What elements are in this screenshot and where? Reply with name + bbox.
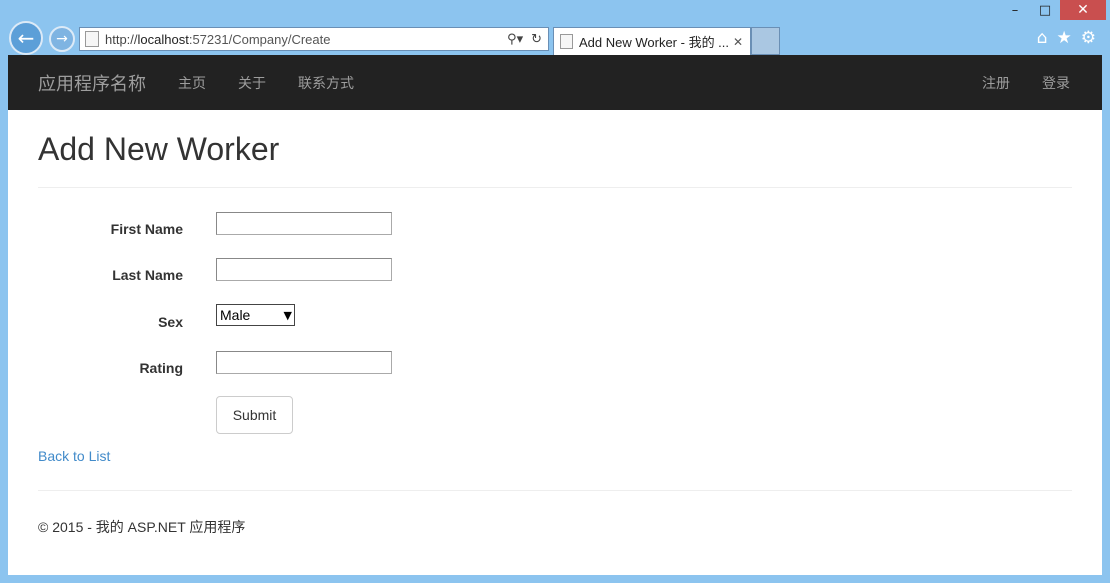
tab-title: Add New Worker - 我的 ... <box>579 35 730 50</box>
url-host: localhost <box>137 31 189 47</box>
rating-row: Rating <box>38 351 638 381</box>
site-brand[interactable]: 应用程序名称 <box>38 70 146 96</box>
tab-close-icon[interactable]: ✕ <box>733 35 743 49</box>
last-name-label: Last Name <box>112 267 183 284</box>
nav-link-about[interactable]: 关于 <box>222 73 282 93</box>
footer-divider <box>38 490 1072 492</box>
worker-form: First Name Last Name Sex Male ▼ Rating S… <box>38 212 1072 448</box>
main-content: Add New Worker First Name Last Name Sex … <box>8 131 1102 537</box>
divider <box>38 187 1072 189</box>
page-title: Add New Worker <box>38 131 280 167</box>
minimize-icon[interactable]: – <box>1000 0 1030 20</box>
sex-selected-value: Male <box>220 307 251 324</box>
window-controls: – □ ✕ <box>1000 0 1106 22</box>
first-name-label: First Name <box>110 221 183 238</box>
first-name-input[interactable] <box>216 212 392 236</box>
refresh-icon[interactable]: ↻ <box>531 32 542 47</box>
browser-tab[interactable]: Add New Worker - 我的 ... ✕ <box>553 27 751 55</box>
page-viewport: 应用程序名称 主页 关于 联系方式 注册 登录 Add New Worker F… <box>8 55 1102 575</box>
submit-row: Submit <box>38 396 638 435</box>
chevron-down-icon: ▼ <box>283 308 292 322</box>
last-name-row: Last Name <box>38 258 638 288</box>
page-icon <box>560 34 573 49</box>
browser-toolbar: ⌂ ★ ⚙ <box>1037 28 1096 48</box>
url-prefix: http:// <box>105 31 138 47</box>
sex-select[interactable]: Male ▼ <box>216 304 295 327</box>
first-name-row: First Name <box>38 212 638 242</box>
nav-link-register[interactable]: 注册 <box>966 73 1026 93</box>
search-icon[interactable]: ⚲▾ <box>507 32 523 47</box>
maximize-icon[interactable]: □ <box>1030 0 1060 20</box>
footer-text: © 2015 - 我的 ASP.NET 应用程序 <box>38 519 246 536</box>
forward-arrow-icon[interactable]: → <box>49 26 75 52</box>
nav-link-contact[interactable]: 联系方式 <box>282 73 370 93</box>
new-tab-button[interactable] <box>751 27 780 55</box>
last-name-input[interactable] <box>216 258 392 282</box>
sex-label: Sex <box>158 314 183 331</box>
submit-button[interactable]: Submit <box>216 396 293 435</box>
home-icon[interactable]: ⌂ <box>1037 28 1048 48</box>
site-navbar: 应用程序名称 主页 关于 联系方式 注册 登录 <box>8 55 1102 110</box>
back-to-list-link[interactable]: Back to List <box>38 448 110 464</box>
nav-link-home[interactable]: 主页 <box>162 73 222 93</box>
rating-input[interactable] <box>216 351 392 375</box>
rating-label: Rating <box>139 360 183 377</box>
url-path: :57231/Company/Create <box>188 31 331 47</box>
nav-link-login[interactable]: 登录 <box>1026 73 1086 93</box>
page-icon <box>85 31 99 47</box>
sex-row: Sex Male ▼ <box>38 304 638 334</box>
back-arrow-icon[interactable]: ← <box>9 21 43 55</box>
close-window-icon[interactable]: ✕ <box>1060 0 1106 20</box>
address-bar[interactable]: http://localhost:57231/Company/Create ⚲▾… <box>79 27 549 51</box>
favorites-star-icon[interactable]: ★ <box>1057 28 1072 48</box>
settings-gear-icon[interactable]: ⚙ <box>1081 28 1096 48</box>
